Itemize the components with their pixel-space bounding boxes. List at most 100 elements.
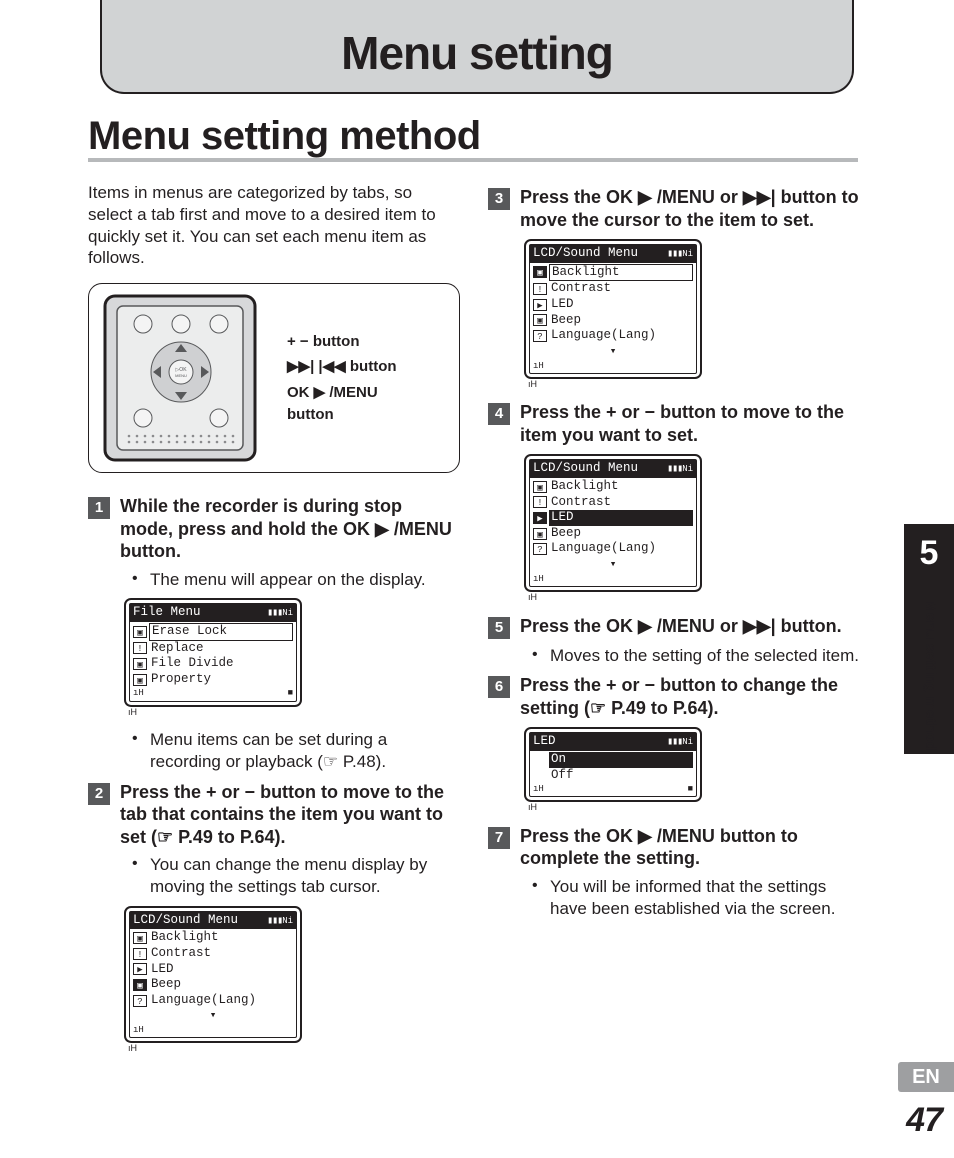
lcd-row: ▣Backlight [532, 264, 694, 282]
lcd-title-bar: LCD/Sound Menu ▮▮▮Ni [130, 912, 296, 930]
content-columns: Items in menus are categorized by tabs, … [88, 178, 868, 1066]
lcd-row: ▶LED [532, 297, 694, 313]
left-column: Items in menus are categorized by tabs, … [88, 178, 460, 1066]
battery-icon: ▮▮▮ [667, 249, 682, 262]
lcd-title-bar: File Menu ▮▮▮Ni [130, 604, 296, 622]
lcd-row: ▣File Divide [132, 656, 294, 672]
step-5: 5 Press the OK ▶ /MENU or ▶▶| button. [488, 615, 860, 639]
lcd-outer-footer: ıH [524, 592, 702, 605]
lcd-row: ▣Backlight [132, 930, 294, 946]
battery-ni-label: Ni [682, 249, 693, 259]
step-number: 7 [488, 827, 510, 849]
lcd-title-bar: LCD/Sound Menu ▮▮▮Ni [530, 460, 696, 478]
lcd-row: ▣Backlight [532, 479, 694, 495]
battery-ni-label: Ni [282, 608, 293, 618]
lcd-row: On [532, 752, 694, 768]
lcd-row-label: Beep [549, 313, 693, 329]
scroll-down-icon [132, 1008, 294, 1024]
lcd-footer: ıH [530, 360, 696, 373]
step-1: 1 While the recorder is during stop mode… [88, 495, 460, 563]
lcd-row: ▣Property [132, 672, 294, 688]
note-item: You can change the menu display by movin… [132, 854, 460, 898]
lcd-row-label: Beep [549, 526, 693, 542]
note-item: The menu will appear on the display. [132, 569, 460, 591]
lcd-outer-footer: ıH [524, 802, 702, 815]
lcd-row: ▶LED [132, 962, 294, 978]
device-illustration-box: ▷OK MENU + − button ▶▶| |◀◀ button OK ▶ … [88, 283, 460, 473]
step-number: 3 [488, 188, 510, 210]
right-column: 3 Press the OK ▶ /MENU or ▶▶| button to … [488, 178, 860, 1066]
lcd-sound-menu-beep: LCD/Sound Menu ▮▮▮Ni ▣Backlight!Contrast… [124, 906, 302, 1056]
recorder-illustration: ▷OK MENU [99, 294, 269, 462]
language-badge: EN [898, 1062, 954, 1092]
lcd-title-text: LCD/Sound Menu [533, 461, 638, 477]
lcd-footer: ıH [530, 573, 696, 586]
lcd-row: ▶LED [532, 510, 694, 526]
step-text: Press the + or − button to move to the i… [520, 401, 860, 446]
skip-symbol: ▶▶| |◀◀ [287, 358, 346, 375]
lcd-row-label: Contrast [549, 495, 693, 511]
lcd-outer-footer: ıH [124, 1043, 302, 1056]
battery-icon: ▮▮▮ [267, 608, 282, 621]
lcd-led-on-off: LED ▮▮▮Ni OnOff ıH■ ıH [524, 727, 702, 815]
page-number: 47 [906, 1101, 942, 1140]
svg-text:MENU: MENU [175, 373, 187, 378]
step-3: 3 Press the OK ▶ /MENU or ▶▶| button to … [488, 186, 860, 231]
step-text: Press the OK ▶ /MENU button to complete … [520, 825, 860, 870]
intro-paragraph: Items in menus are categorized by tabs, … [88, 182, 460, 269]
lcd-title-bar: LCD/Sound Menu ▮▮▮Ni [530, 245, 696, 263]
lcd-footer: ıH■ [530, 783, 696, 796]
step-number: 4 [488, 403, 510, 425]
lcd-footer: ıH■ [130, 687, 296, 700]
note-item: Moves to the setting of the selected ite… [532, 645, 860, 667]
lcd-sound-menu-led: LCD/Sound Menu ▮▮▮Ni ▣Backlight!Contrast… [524, 454, 702, 604]
battery-icon: ▮▮▮ [667, 737, 682, 750]
lcd-row-label: LED [149, 962, 293, 978]
lcd-row-label: Backlight [149, 930, 293, 946]
step-text: Press the OK ▶ /MENU or ▶▶| button. [520, 615, 842, 639]
lcd-row: !Contrast [532, 495, 694, 511]
note-item: You will be informed that the settings h… [532, 876, 860, 920]
note-item: Menu items can be set during a recording… [132, 729, 460, 773]
lcd-row: ▣Beep [532, 313, 694, 329]
lcd-row-label: Language(Lang) [549, 541, 693, 557]
lcd-outer-footer: ıH [524, 379, 702, 392]
step-1-notes: The menu will appear on the display. [132, 569, 460, 591]
step-text: Press the OK ▶ /MENU or ▶▶| button to mo… [520, 186, 860, 231]
lcd-row-label: Language(Lang) [549, 328, 693, 344]
step-6: 6 Press the + or − button to change the … [488, 674, 860, 719]
lcd-row: !Contrast [532, 281, 694, 297]
battery-icon: ▮▮▮ [267, 916, 282, 929]
battery-ni-label: Ni [282, 916, 293, 926]
battery-icon: ▮▮▮ [667, 464, 682, 477]
lcd-row-label: Contrast [149, 946, 293, 962]
manual-page: Menu setting Menu setting method Items i… [0, 0, 954, 1158]
lcd-row-label: Erase Lock [149, 623, 293, 641]
lcd-row-label: LED [549, 510, 693, 526]
lcd-row-label: Off [549, 768, 693, 784]
chapter-number: 5 [904, 534, 954, 573]
battery-ni-label: Ni [682, 737, 693, 747]
lcd-row: Off [532, 768, 694, 784]
lcd-row-label: Language(Lang) [149, 993, 293, 1009]
lcd-row-label: Backlight [549, 479, 693, 495]
side-chapter-label: Menu setting method [922, 600, 939, 751]
scroll-down-icon [532, 344, 694, 360]
lcd-row: ?Language(Lang) [532, 328, 694, 344]
plus-minus-symbol: + − [287, 333, 309, 350]
step-number: 6 [488, 676, 510, 698]
lcd-title-text: File Menu [133, 605, 201, 621]
step-text: While the recorder is during stop mode, … [120, 495, 460, 563]
lcd-row: ?Language(Lang) [532, 541, 694, 557]
lcd-outer-footer: ıH [124, 707, 302, 720]
step-text: Press the + or − button to move to the t… [120, 781, 460, 849]
lcd-row-label: Contrast [549, 281, 693, 297]
heading-rule [88, 158, 858, 162]
step-2: 2 Press the + or − button to move to the… [88, 781, 460, 849]
step-2-notes: You can change the menu display by movin… [132, 854, 460, 898]
lcd-file-menu: File Menu ▮▮▮Ni ▣Erase Lock!Replace▣File… [124, 598, 302, 719]
lcd-row: ?Language(Lang) [132, 993, 294, 1009]
lcd-title-bar: LED ▮▮▮Ni [530, 733, 696, 751]
lcd-sound-menu-backlight: LCD/Sound Menu ▮▮▮Ni ▣Backlight!Contrast… [524, 239, 702, 391]
lcd-row-label: File Divide [149, 656, 293, 672]
